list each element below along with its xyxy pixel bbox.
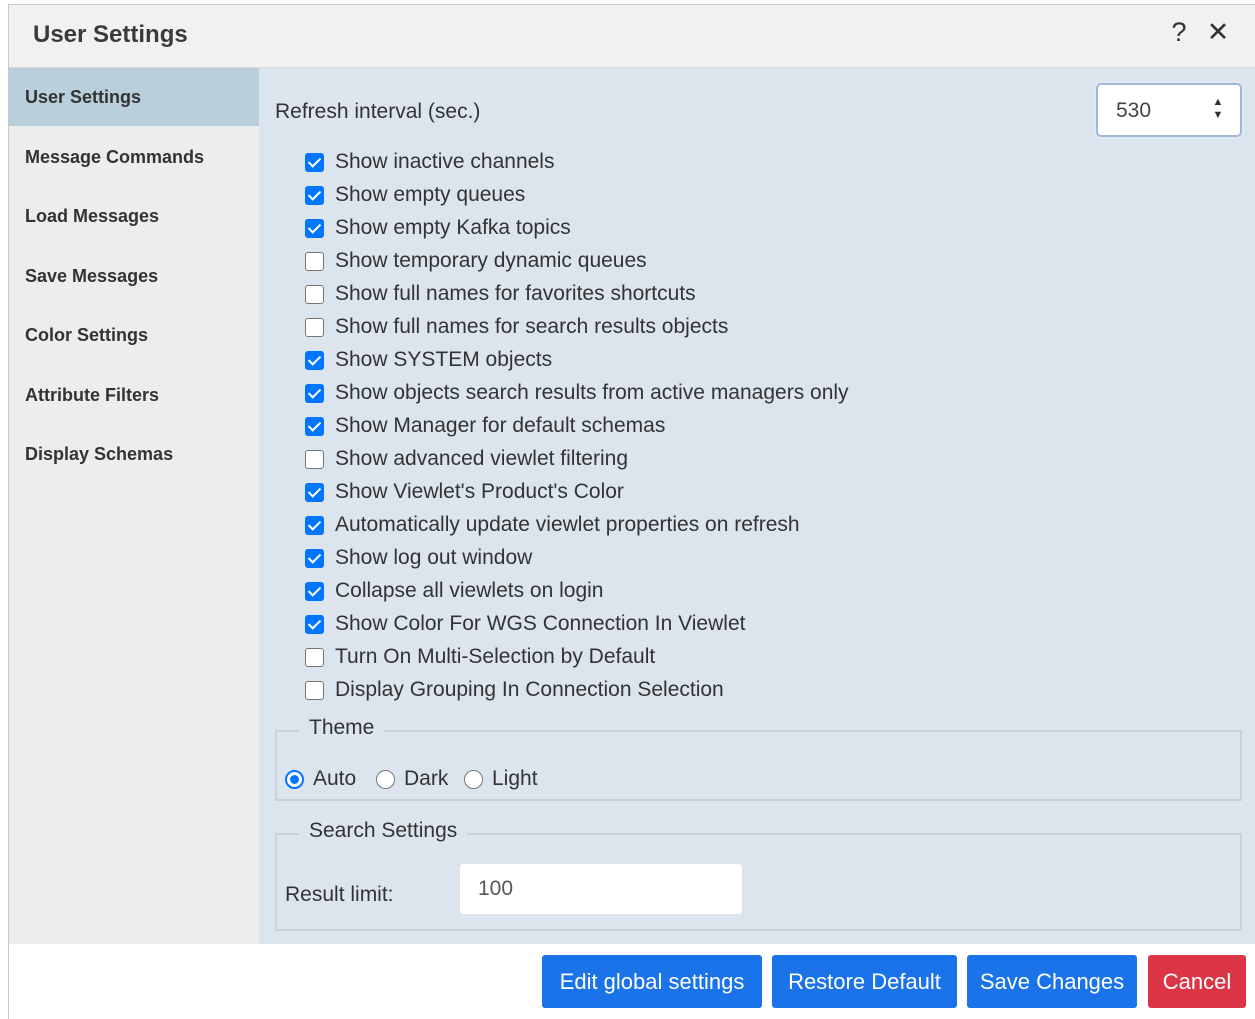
option-label: Show advanced viewlet filtering — [335, 447, 628, 470]
checkbox[interactable] — [305, 251, 324, 271]
option-show-full-names-search[interactable]: Show full names for search results objec… — [305, 313, 728, 341]
checkbox[interactable] — [305, 416, 324, 436]
checkbox[interactable] — [305, 614, 324, 634]
option-label: Show empty Kafka topics — [335, 216, 571, 239]
help-icon[interactable]: ? — [1167, 17, 1191, 47]
settings-sidebar: User Settings Message Commands Load Mess… — [9, 68, 259, 944]
checkbox[interactable] — [305, 317, 324, 337]
option-wgs-connection-color[interactable]: Show Color For WGS Connection In Viewlet — [305, 610, 745, 638]
close-icon[interactable]: ✕ — [1206, 17, 1230, 47]
radio-label: Auto — [313, 767, 357, 790]
checkbox[interactable] — [305, 185, 324, 205]
option-label: Turn On Multi-Selection by Default — [335, 645, 656, 668]
option-label: Display Grouping In Connection Selection — [335, 678, 724, 701]
theme-option-auto[interactable]: Auto — [285, 767, 356, 791]
checkbox[interactable] — [305, 680, 324, 700]
theme-option-dark[interactable]: Dark — [376, 767, 448, 791]
search-settings-legend: Search Settings — [299, 819, 468, 843]
cancel-button[interactable]: Cancel — [1148, 955, 1246, 1008]
option-label: Show Manager for default schemas — [335, 414, 666, 437]
option-show-manager-default-schemas[interactable]: Show Manager for default schemas — [305, 412, 665, 440]
option-advanced-viewlet-filtering[interactable]: Show advanced viewlet filtering — [305, 445, 628, 473]
option-label: Show full names for favorites shortcuts — [335, 282, 696, 305]
theme-option-light[interactable]: Light — [464, 767, 538, 791]
radio-label: Dark — [404, 767, 449, 790]
search-settings-fieldset: Search Settings Result limit: 100 — [275, 819, 1242, 931]
radio-button[interactable] — [464, 769, 483, 789]
option-show-log-out-window[interactable]: Show log out window — [305, 544, 532, 572]
sidebar-item-display-schemas[interactable]: Display Schemas — [9, 425, 259, 483]
spinner-arrows-icon[interactable]: ▲ ▼ — [1210, 96, 1226, 124]
checkbox[interactable] — [305, 152, 324, 172]
settings-panel: Refresh interval (sec.) 530 ▲ ▼ Show inac… — [259, 68, 1255, 944]
result-limit-label: Result limit: — [285, 883, 394, 906]
option-show-empty-kafka-topics[interactable]: Show empty Kafka topics — [305, 214, 571, 242]
checkbox[interactable] — [305, 350, 324, 370]
option-search-active-managers[interactable]: Show objects search results from active … — [305, 379, 849, 407]
checkbox[interactable] — [305, 383, 324, 403]
checkbox[interactable] — [305, 482, 324, 502]
sidebar-item-save-messages[interactable]: Save Messages — [9, 247, 259, 305]
theme-legend: Theme — [299, 716, 385, 740]
radio-button[interactable] — [285, 769, 304, 789]
option-show-system-objects[interactable]: Show SYSTEM objects — [305, 346, 552, 374]
option-label: Show SYSTEM objects — [335, 348, 553, 371]
option-collapse-viewlets[interactable]: Collapse all viewlets on login — [305, 577, 603, 605]
option-display-grouping[interactable]: Display Grouping In Connection Selection — [305, 676, 724, 704]
option-label: Collapse all viewlets on login — [335, 579, 604, 602]
option-auto-update-viewlet[interactable]: Automatically update viewlet properties … — [305, 511, 800, 539]
refresh-interval-value[interactable]: 530 — [1116, 99, 1151, 123]
option-show-full-names-favorites[interactable]: Show full names for favorites shortcuts — [305, 280, 696, 308]
option-label: Show inactive channels — [335, 150, 555, 173]
sidebar-item-message-commands[interactable]: Message Commands — [9, 128, 259, 186]
user-settings-dialog: User Settings ? ✕ User Settings Message … — [8, 4, 1255, 1019]
option-show-inactive-channels[interactable]: Show inactive channels — [305, 148, 554, 176]
radio-button[interactable] — [376, 769, 395, 789]
option-label: Show log out window — [335, 546, 533, 569]
restore-default-button[interactable]: Restore Default — [772, 955, 957, 1008]
option-label: Show objects search results from active … — [335, 381, 849, 404]
option-label: Show full names for search results objec… — [335, 315, 729, 338]
checkbox[interactable] — [305, 515, 324, 535]
theme-fieldset: Theme Auto Dark Light — [275, 716, 1242, 801]
option-label: Show temporary dynamic queues — [335, 249, 647, 272]
dialog-title: User Settings — [33, 21, 188, 48]
option-show-temporary-dynamic-queues[interactable]: Show temporary dynamic queues — [305, 247, 647, 275]
option-label: Show Color For WGS Connection In Viewlet — [335, 612, 746, 635]
radio-label: Light — [492, 767, 538, 790]
option-multi-selection-default[interactable]: Turn On Multi-Selection by Default — [305, 643, 655, 671]
sidebar-item-load-messages[interactable]: Load Messages — [9, 187, 259, 245]
checkbox[interactable] — [305, 647, 324, 667]
checkbox[interactable] — [305, 284, 324, 304]
option-show-empty-queues[interactable]: Show empty queues — [305, 181, 525, 209]
checkbox[interactable] — [305, 218, 324, 238]
dialog-footer: Edit global settings Restore Default Sav… — [9, 944, 1255, 1019]
refresh-interval-stepper[interactable]: 530 ▲ ▼ — [1096, 83, 1242, 137]
sidebar-item-attribute-filters[interactable]: Attribute Filters — [9, 366, 259, 424]
option-label: Show empty queues — [335, 183, 526, 206]
sidebar-item-user-settings[interactable]: User Settings — [9, 68, 259, 126]
dialog-titlebar: User Settings ? ✕ — [9, 5, 1255, 68]
option-viewlet-product-color[interactable]: Show Viewlet's Product's Color — [305, 478, 624, 506]
result-limit-input[interactable]: 100 — [459, 863, 743, 915]
sidebar-item-color-settings[interactable]: Color Settings — [9, 306, 259, 364]
checkbox[interactable] — [305, 581, 324, 601]
edit-global-settings-button[interactable]: Edit global settings — [542, 955, 762, 1008]
checkbox[interactable] — [305, 548, 324, 568]
refresh-interval-label: Refresh interval (sec.) — [275, 100, 481, 123]
option-label: Show Viewlet's Product's Color — [335, 480, 624, 503]
save-changes-button[interactable]: Save Changes — [967, 955, 1137, 1008]
option-label: Automatically update viewlet properties … — [335, 513, 800, 536]
checkbox[interactable] — [305, 449, 324, 469]
